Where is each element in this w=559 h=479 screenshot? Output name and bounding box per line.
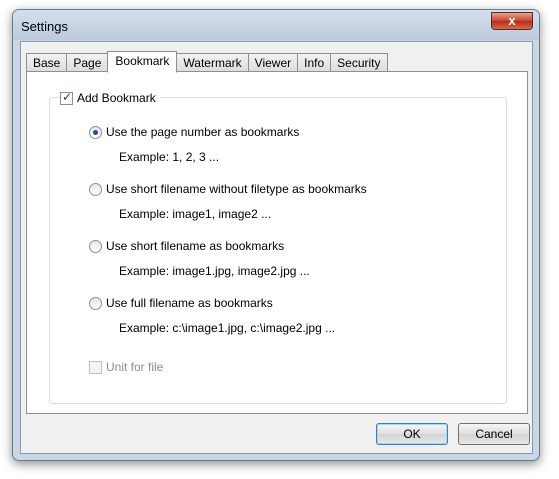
radio-short-no-filetype[interactable]	[89, 182, 102, 196]
add-bookmark-checkbox[interactable]	[60, 90, 73, 105]
unit-for-file-checkbox	[89, 360, 102, 374]
radio-page-number[interactable]	[89, 125, 102, 139]
tab-security[interactable]: Security	[330, 53, 388, 72]
tab-bookmark[interactable]: Bookmark	[107, 51, 178, 73]
tab-viewer[interactable]: Viewer	[247, 53, 299, 72]
add-bookmark-label: Add Bookmark	[77, 91, 156, 105]
tab-page[interactable]: Page	[66, 53, 109, 72]
radio-short-filename[interactable]	[89, 239, 102, 253]
option-short-no-filetype-label: Use short filename without filetype as b…	[106, 182, 367, 196]
title-bar[interactable]: Settings x	[13, 10, 539, 40]
tab-info[interactable]: Info	[297, 53, 332, 72]
settings-window: Settings x Base Page Bookmark Watermark …	[12, 9, 540, 461]
example-page-number: Example: 1, 2, 3 ...	[119, 150, 220, 164]
option-page-number-label: Use the page number as bookmarks	[106, 125, 300, 139]
option-short-filename[interactable]: Use short filename as bookmarks	[89, 238, 284, 254]
option-short-filename-label: Use short filename as bookmarks	[106, 239, 285, 253]
option-full-filename[interactable]: Use full filename as bookmarks	[89, 295, 273, 311]
unit-for-file-label: Unit for file	[106, 360, 164, 374]
close-button[interactable]: x	[491, 12, 533, 30]
ok-button[interactable]: OK	[376, 423, 448, 445]
example-short-no-filetype: Example: image1, image2 ...	[119, 207, 272, 221]
window-title: Settings	[21, 19, 68, 34]
dialog-client-area: Base Page Bookmark Watermark Viewer Info…	[20, 41, 533, 454]
add-bookmark-checkbox-row[interactable]: Add Bookmark	[60, 90, 160, 106]
example-full-filename: Example: c:\image1.jpg, c:\image2.jpg ..…	[119, 321, 336, 335]
tab-strip: Base Page Bookmark Watermark Viewer Info…	[26, 51, 388, 73]
tab-base[interactable]: Base	[26, 53, 68, 72]
option-page-number[interactable]: Use the page number as bookmarks	[89, 124, 299, 140]
radio-full-filename[interactable]	[89, 296, 102, 310]
example-short-filename: Example: image1.jpg, image2.jpg ...	[119, 264, 310, 278]
option-full-filename-label: Use full filename as bookmarks	[106, 296, 273, 310]
tab-watermark[interactable]: Watermark	[176, 53, 249, 72]
bookmark-tab-panel: Add Bookmark Use the page number as book…	[26, 71, 528, 414]
unit-for-file-row: Unit for file	[89, 359, 163, 375]
cancel-button[interactable]: Cancel	[458, 423, 530, 445]
option-short-no-filetype[interactable]: Use short filename without filetype as b…	[89, 181, 367, 197]
close-icon: x	[508, 13, 516, 28]
